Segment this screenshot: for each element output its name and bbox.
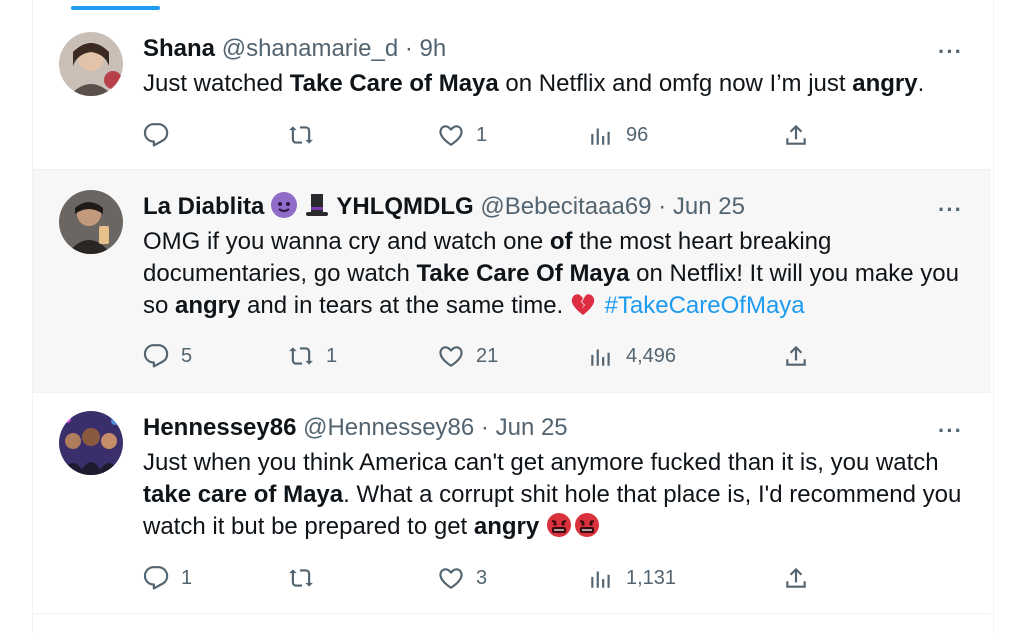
retweet-icon [288,343,314,369]
like-button[interactable]: 3 [438,565,487,591]
tab-active-indicator [71,6,160,10]
highlighted-term: take care of Maya [143,481,344,508]
top-hat-emoji [304,192,330,218]
smiling-devil-emoji [271,192,298,218]
text-segment: Just when you think America can't get an… [143,449,939,476]
text-segment: Just watched [143,70,290,97]
hashtag-link[interactable]: #TakeCareOfMaya [605,292,805,319]
reply-icon [143,122,169,148]
text-segment: on Netflix and omfg now I’m just [498,70,853,97]
like-count: 21 [476,344,499,367]
share-button[interactable] [783,565,809,591]
highlighted-term: angry [473,513,540,540]
highlighted-term: angry [852,70,918,97]
retweet-icon [288,122,314,148]
highlighted-term: angry [175,292,241,319]
text-segment [598,292,605,319]
reply-icon [143,343,169,369]
timestamp[interactable]: 9h [420,35,447,62]
share-button[interactable] [783,122,809,148]
more-options-icon[interactable]: ··· [938,41,963,63]
tweet-actions: 5 1 21 4,496 [143,343,843,373]
like-count: 3 [476,566,488,589]
reply-button[interactable] [143,122,181,148]
display-name[interactable]: La Diablita [143,193,264,220]
reply-icon [143,565,169,591]
highlighted-term: of [549,228,573,255]
separator-dot: · [404,35,413,62]
share-icon [783,565,809,591]
cursing-face-emoji [574,512,600,538]
heart-icon [438,343,464,369]
views-button[interactable]: 96 [588,122,648,148]
views-button[interactable]: 4,496 [588,343,676,369]
tweet-header: Hennessey86 @Hennessey86 · Jun 25 [143,413,568,443]
display-name[interactable]: Hennessey86 [143,414,296,441]
tweet-header: Shana @shanamarie_d · 9h [143,34,446,64]
text-segment: . [917,70,925,97]
highlighted-term: Take Care Of Maya [416,260,630,287]
tweet-shana[interactable]: Shana @shanamarie_d · 9h ··· Just watche… [33,14,991,170]
tweet-actions: 1 96 [143,122,843,152]
separator-dot: · [480,414,489,441]
display-name-suffix[interactable]: YHLQMDLG [336,193,473,220]
tweet-text: Just watched Take Care of Maya on Netfli… [143,68,963,100]
views-button[interactable]: 1,131 [588,565,676,591]
heart-icon [438,565,464,591]
retweet-count: 1 [326,344,338,367]
text-segment: OMG if you wanna cry and watch one [143,228,550,255]
reply-button[interactable]: 1 [143,565,192,591]
reply-count: 5 [181,344,193,367]
share-button[interactable] [783,343,809,369]
analytics-icon [588,343,614,369]
tweet-text: Just when you think America can't get an… [143,447,963,543]
tweet-hennessey86[interactable]: Hennessey86 @Hennessey86 · Jun 25 ··· Ju… [33,393,991,614]
timestamp[interactable]: Jun 25 [673,193,745,220]
analytics-icon [588,122,614,148]
tweet-actions: 1 3 1,131 [143,565,843,595]
avatar[interactable] [59,190,123,254]
user-handle[interactable]: @Bebecitaaa69 [480,193,651,220]
more-options-icon[interactable]: ··· [938,420,963,442]
cursing-face-emoji [546,512,572,538]
view-count: 4,496 [626,344,677,367]
share-icon [783,343,809,369]
view-count: 96 [626,123,649,146]
heart-icon [438,122,464,148]
timestamp[interactable]: Jun 25 [496,414,568,441]
reply-count: 1 [181,566,193,589]
tweet-text: OMG if you wanna cry and watch one of th… [143,226,963,322]
highlighted-term: Take Care of Maya [289,70,499,97]
view-count: 1,131 [626,566,677,589]
user-handle[interactable]: @Hennessey86 [303,414,474,441]
reply-button[interactable]: 5 [143,343,192,369]
share-icon [783,122,809,148]
analytics-icon [588,565,614,591]
like-button[interactable]: 1 [438,122,487,148]
broken-heart-emoji [570,291,596,317]
retweet-icon [288,565,314,591]
avatar[interactable] [59,32,123,96]
user-handle[interactable]: @shanamarie_d [222,35,398,62]
tweet-header: La Diablita YHLQMDLG @Bebecitaaa69 · Jun… [143,192,745,222]
like-button[interactable]: 21 [438,343,498,369]
more-options-icon[interactable]: ··· [938,199,963,221]
retweet-button[interactable] [288,122,326,148]
retweet-button[interactable] [288,565,326,591]
like-count: 1 [476,123,488,146]
avatar[interactable] [59,411,123,475]
text-segment: and in tears at the same time. [240,292,570,319]
retweet-button[interactable]: 1 [288,343,337,369]
text-segment [539,513,546,540]
separator-dot: · [658,193,667,220]
tweet-la-diablita[interactable]: La Diablita YHLQMDLG @Bebecitaaa69 · Jun… [33,170,991,393]
display-name[interactable]: Shana [143,35,215,62]
